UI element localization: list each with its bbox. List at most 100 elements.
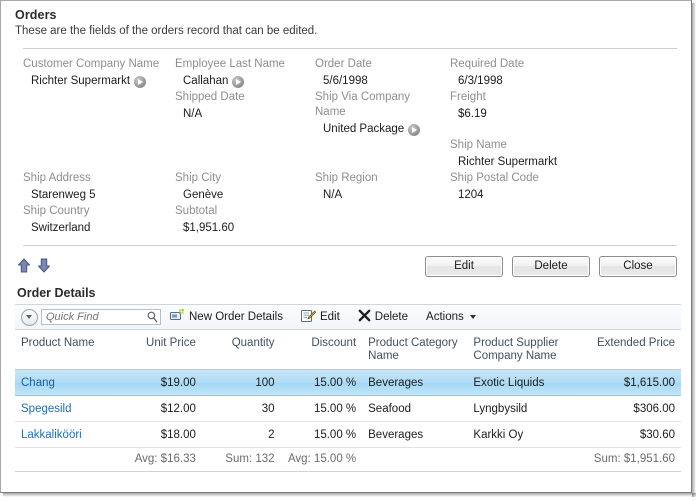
form-field-empty <box>450 204 650 237</box>
grid-bottom-divider <box>15 471 681 472</box>
form-field-empty <box>23 138 175 171</box>
chevron-down-icon <box>469 315 476 319</box>
window-frame: Orders These are the fields of the order… <box>0 0 692 493</box>
field-value-text: N/A <box>323 189 343 201</box>
grid-delete-button[interactable]: Delete <box>349 306 417 328</box>
grid-column-header[interactable]: Quantity <box>201 330 281 370</box>
field-value-text: Callahan <box>183 75 229 87</box>
grid-body: Chang $19.00 100 15.00 % Beverages Exotic Liq… <box>15 369 681 448</box>
toolbar-item-label: Edit <box>319 311 340 323</box>
table-cell-quantity: 30 <box>201 395 281 422</box>
field-value-text: Richter Supermarkt <box>31 75 131 87</box>
quick-find-input[interactable] <box>41 309 161 325</box>
quick-find-toggle-icon[interactable] <box>21 308 38 326</box>
field-value: $1,951.60 <box>175 220 307 237</box>
previous-record-arrow[interactable] <box>17 258 31 274</box>
field-value <box>450 220 642 237</box>
quick-find-box <box>41 309 161 325</box>
table-cell-quantity: 2 <box>201 421 281 448</box>
next-record-arrow[interactable] <box>37 258 51 274</box>
close-button[interactable]: Close <box>599 255 677 277</box>
field-value <box>23 106 167 123</box>
toolbar-item-label: New Order Details <box>189 311 283 323</box>
toolbar-item-label: Delete <box>374 311 409 323</box>
field-label <box>23 138 167 154</box>
table-cell-discount: 15.00 % <box>280 369 363 396</box>
form-field: Ship Country Switzerland <box>23 204 175 237</box>
record-form: Customer Company Name Richter Supermarkt E… <box>1 49 691 237</box>
field-label <box>450 204 642 220</box>
delete-button[interactable]: Delete <box>512 255 590 277</box>
field-value <box>315 220 442 237</box>
field-value <box>315 154 442 171</box>
summary-cell-product-name <box>15 447 121 471</box>
table-cell-category: Beverages <box>362 369 468 396</box>
table-cell-extended-price: $1,615.00 <box>584 369 681 396</box>
order-details-grid: Product Name Unit Price Quantity Discount Pr… <box>15 330 681 471</box>
field-label: Ship City <box>175 172 222 184</box>
field-value: Richter Supermarkt <box>450 154 642 171</box>
lookup-arrow-icon[interactable] <box>232 75 245 88</box>
form-row: Ship Country Switzerland Subtotal $1,951.60 <box>1 204 691 237</box>
field-value[interactable]: United Package <box>315 121 442 138</box>
table-cell-discount: 15.00 % <box>280 421 363 448</box>
grid-edit-button[interactable]: Edit <box>292 306 349 328</box>
field-value[interactable]: Richter Supermarkt <box>23 73 167 90</box>
grid-column-header[interactable]: Discount <box>280 330 363 370</box>
product-name-link[interactable]: Lakkalikööri <box>21 429 82 441</box>
field-value: Switzerland <box>23 220 167 237</box>
form-field: Subtotal $1,951.60 <box>175 204 315 237</box>
actions-menu-button[interactable]: Actions <box>417 306 485 328</box>
field-value: N/A <box>315 187 442 204</box>
grid-header: Product Name Unit Price Quantity Discount Pr… <box>15 330 681 370</box>
field-value-text: Switzerland <box>31 222 91 234</box>
product-name-link[interactable]: Chang <box>21 377 55 389</box>
record-navigation <box>17 258 51 274</box>
form-field: Ship Name Richter Supermarkt <box>450 138 650 171</box>
field-label <box>23 90 167 106</box>
field-value: Starenweg 5 <box>23 187 167 204</box>
form-field-empty <box>315 204 450 237</box>
lookup-arrow-icon[interactable] <box>134 75 147 88</box>
edit-button[interactable]: Edit <box>425 255 503 277</box>
table-row[interactable]: Spegesild $12.00 30 15.00 % Seafood Lyngbysil… <box>15 395 681 422</box>
grid-column-header[interactable]: Extended Price <box>584 330 681 370</box>
table-cell-product-name: Chang <box>15 369 121 396</box>
product-name-link[interactable]: Spegesild <box>21 403 72 415</box>
table-cell-supplier: Exotic Liquids <box>467 369 585 396</box>
grid-column-header[interactable]: Product Supplier Company Name <box>467 330 585 370</box>
lookup-arrow-icon[interactable] <box>408 123 421 136</box>
summary-cell-category <box>362 447 468 471</box>
field-value-text: 1204 <box>458 189 484 201</box>
grid-footer: Avg: $16.33 Sum: 132 Avg: 15.00 % Sum: $1,9… <box>15 447 681 471</box>
field-value: N/A <box>175 106 307 123</box>
table-row[interactable]: Lakkalikööri $18.00 2 15.00 % Beverages Karkk… <box>15 421 681 448</box>
form-field: Ship Via Company Name United Package <box>315 90 450 138</box>
form-field: Ship Address Starenweg 5 <box>23 171 175 204</box>
grid-toolbar: New Order Details Edit <box>15 304 681 330</box>
field-label: Ship Name <box>450 139 507 151</box>
table-cell-product-name: Spegesild <box>15 395 121 422</box>
field-label: Ship Country <box>23 205 90 217</box>
form-field: Customer Company Name Richter Supermarkt <box>23 57 175 90</box>
table-cell-supplier: Lyngbysild <box>467 395 585 422</box>
summary-cell-unit-price: Avg: $16.33 <box>120 447 202 471</box>
field-label: Ship Region <box>315 172 378 184</box>
form-field-empty <box>23 90 175 138</box>
grid-column-header[interactable]: Product Name <box>15 330 121 370</box>
field-label <box>175 138 307 154</box>
table-row[interactable]: Chang $19.00 100 15.00 % Beverages Exotic Liq… <box>15 369 681 396</box>
field-value: 5/6/1998 <box>315 73 442 90</box>
form-field: Required Date 6/3/1998 <box>450 57 650 90</box>
form-row: Ship Name Richter Supermarkt <box>1 138 691 171</box>
field-value[interactable]: Callahan <box>175 73 307 90</box>
delete-x-icon <box>358 309 371 325</box>
toolbar-item-label: Actions <box>426 311 464 323</box>
grid-column-header[interactable]: Unit Price <box>120 330 202 370</box>
page-header: Orders These are the fields of the order… <box>1 1 691 42</box>
table-cell-extended-price: $30.60 <box>584 421 681 448</box>
field-value-text: $6.19 <box>458 108 487 120</box>
grid-column-header[interactable]: Product Category Name <box>362 330 468 370</box>
new-order-details-button[interactable]: New Order Details <box>161 306 292 328</box>
field-value-text: 6/3/1998 <box>458 75 503 87</box>
